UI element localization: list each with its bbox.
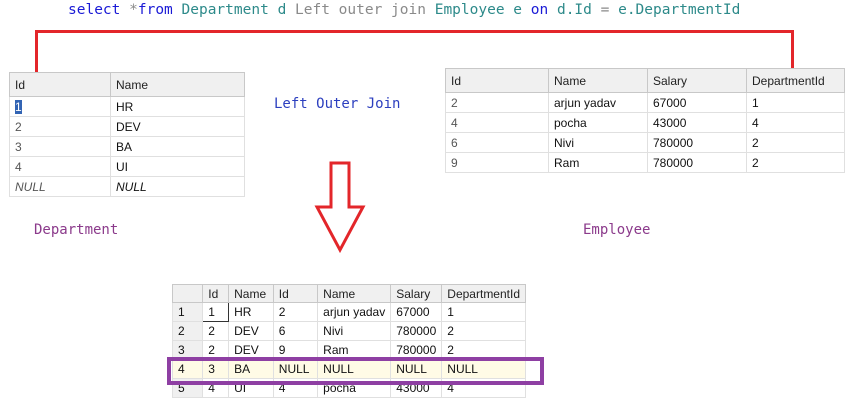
cell[interactable]: 6 (445, 132, 549, 153)
cell[interactable]: DEV (110, 116, 245, 137)
sql-table-employee: Employee (434, 2, 505, 18)
employee-table: Id Name Salary DepartmentId 2 arjun yada… (445, 68, 845, 173)
employee-label: Employee (583, 222, 651, 238)
cell[interactable]: 67000 (390, 302, 443, 322)
sql-select: select (68, 2, 121, 18)
sql-alias-d: d (277, 2, 287, 18)
cell[interactable]: 43000 (647, 112, 747, 133)
cell[interactable]: arjun yadav (317, 302, 392, 322)
cell[interactable]: 9 (445, 152, 549, 173)
sql-table-department: Department (181, 2, 269, 18)
cell[interactable]: HR (228, 302, 274, 322)
cell[interactable]: 2 (445, 92, 549, 113)
table-row[interactable]: 1 HR (9, 96, 245, 117)
result-col-id[interactable]: Id (202, 284, 230, 303)
department-label: Department (34, 222, 119, 238)
cell[interactable]: 2 (746, 152, 845, 173)
join-bracket (35, 30, 794, 73)
table-row[interactable]: NULL NULL (9, 176, 245, 197)
result-col-departmentid[interactable]: DepartmentId (441, 284, 526, 303)
cell[interactable]: Ram (548, 152, 648, 173)
join-type-label: Left Outer Join (274, 96, 401, 112)
cell[interactable]: 4 (9, 156, 111, 177)
result-col-salary[interactable]: Salary (390, 284, 443, 303)
cell[interactable]: pocha (548, 112, 648, 133)
result-col-name[interactable]: Name (228, 284, 274, 303)
cell[interactable]: Nivi (317, 321, 392, 341)
sql-alias-e: e (513, 2, 523, 18)
department-table: Id Name 1 HR 2 DEV 3 BA 4 UI NULL NULL (9, 72, 245, 197)
employee-col-departmentid[interactable]: DepartmentId (746, 68, 845, 93)
cell[interactable]: 1 (202, 302, 230, 322)
sql-query: select *from Department d Left outer joi… (68, 2, 740, 18)
cell[interactable]: 780000 (647, 132, 747, 153)
cell[interactable]: 67000 (647, 92, 747, 113)
table-row[interactable]: 2 arjun yadav 67000 1 (445, 92, 845, 113)
cell[interactable]: 1 (441, 302, 526, 322)
down-arrow-icon (314, 161, 366, 254)
result-corner (171, 284, 204, 303)
cell[interactable]: arjun yadav (548, 92, 648, 113)
table-row[interactable]: 4 pocha 43000 4 (445, 112, 845, 133)
cell[interactable]: NULL (110, 176, 245, 197)
cell[interactable]: UI (110, 156, 245, 177)
employee-col-name[interactable]: Name (548, 68, 648, 93)
table-row[interactable]: 2 DEV (9, 116, 245, 137)
table-row[interactable]: 3 BA (9, 136, 245, 157)
sql-rhs: e.DepartmentId (618, 2, 741, 18)
cell[interactable]: 2 (202, 321, 230, 341)
table-row[interactable]: 4 UI (9, 156, 245, 177)
cell[interactable]: 3 (9, 136, 111, 157)
table-row[interactable]: 2 2 DEV 6 Nivi 780000 2 (171, 321, 526, 341)
cell[interactable]: 2 (746, 132, 845, 153)
table-row[interactable]: 1 1 HR 2 arjun yadav 67000 1 (171, 302, 526, 322)
cell[interactable]: 1 (9, 96, 111, 117)
sql-on: on (530, 2, 549, 18)
cell[interactable]: 6 (272, 321, 319, 341)
sql-join-words: Left outer join (295, 2, 426, 18)
result-col-name-2[interactable]: Name (317, 284, 392, 303)
employee-col-id[interactable]: Id (445, 68, 549, 93)
cell[interactable]: 2 (9, 116, 111, 137)
sql-star-from: *from (129, 2, 173, 18)
sql-lhs: d.Id (556, 2, 592, 18)
row-number[interactable]: 1 (171, 302, 204, 322)
row-number[interactable]: 2 (171, 321, 204, 341)
cell[interactable]: BA (110, 136, 245, 157)
cell[interactable]: 4 (746, 112, 845, 133)
sql-eq: = (600, 2, 610, 18)
cell[interactable]: DEV (228, 321, 274, 341)
cell[interactable]: 2 (272, 302, 319, 322)
employee-col-salary[interactable]: Salary (647, 68, 747, 93)
cell[interactable]: 780000 (390, 321, 443, 341)
department-col-id[interactable]: Id (9, 72, 111, 97)
cell[interactable]: 1 (746, 92, 845, 113)
cell[interactable]: 2 (441, 321, 526, 341)
result-col-id-2[interactable]: Id (272, 284, 319, 303)
cell[interactable]: HR (110, 96, 245, 117)
cell[interactable]: 780000 (647, 152, 747, 173)
null-row-highlight-box (167, 357, 544, 385)
table-row[interactable]: 6 Nivi 780000 2 (445, 132, 845, 153)
cell[interactable]: NULL (9, 176, 111, 197)
table-row[interactable]: 9 Ram 780000 2 (445, 152, 845, 173)
department-col-name[interactable]: Name (110, 72, 245, 97)
cell[interactable]: 4 (445, 112, 549, 133)
cell[interactable]: Nivi (548, 132, 648, 153)
